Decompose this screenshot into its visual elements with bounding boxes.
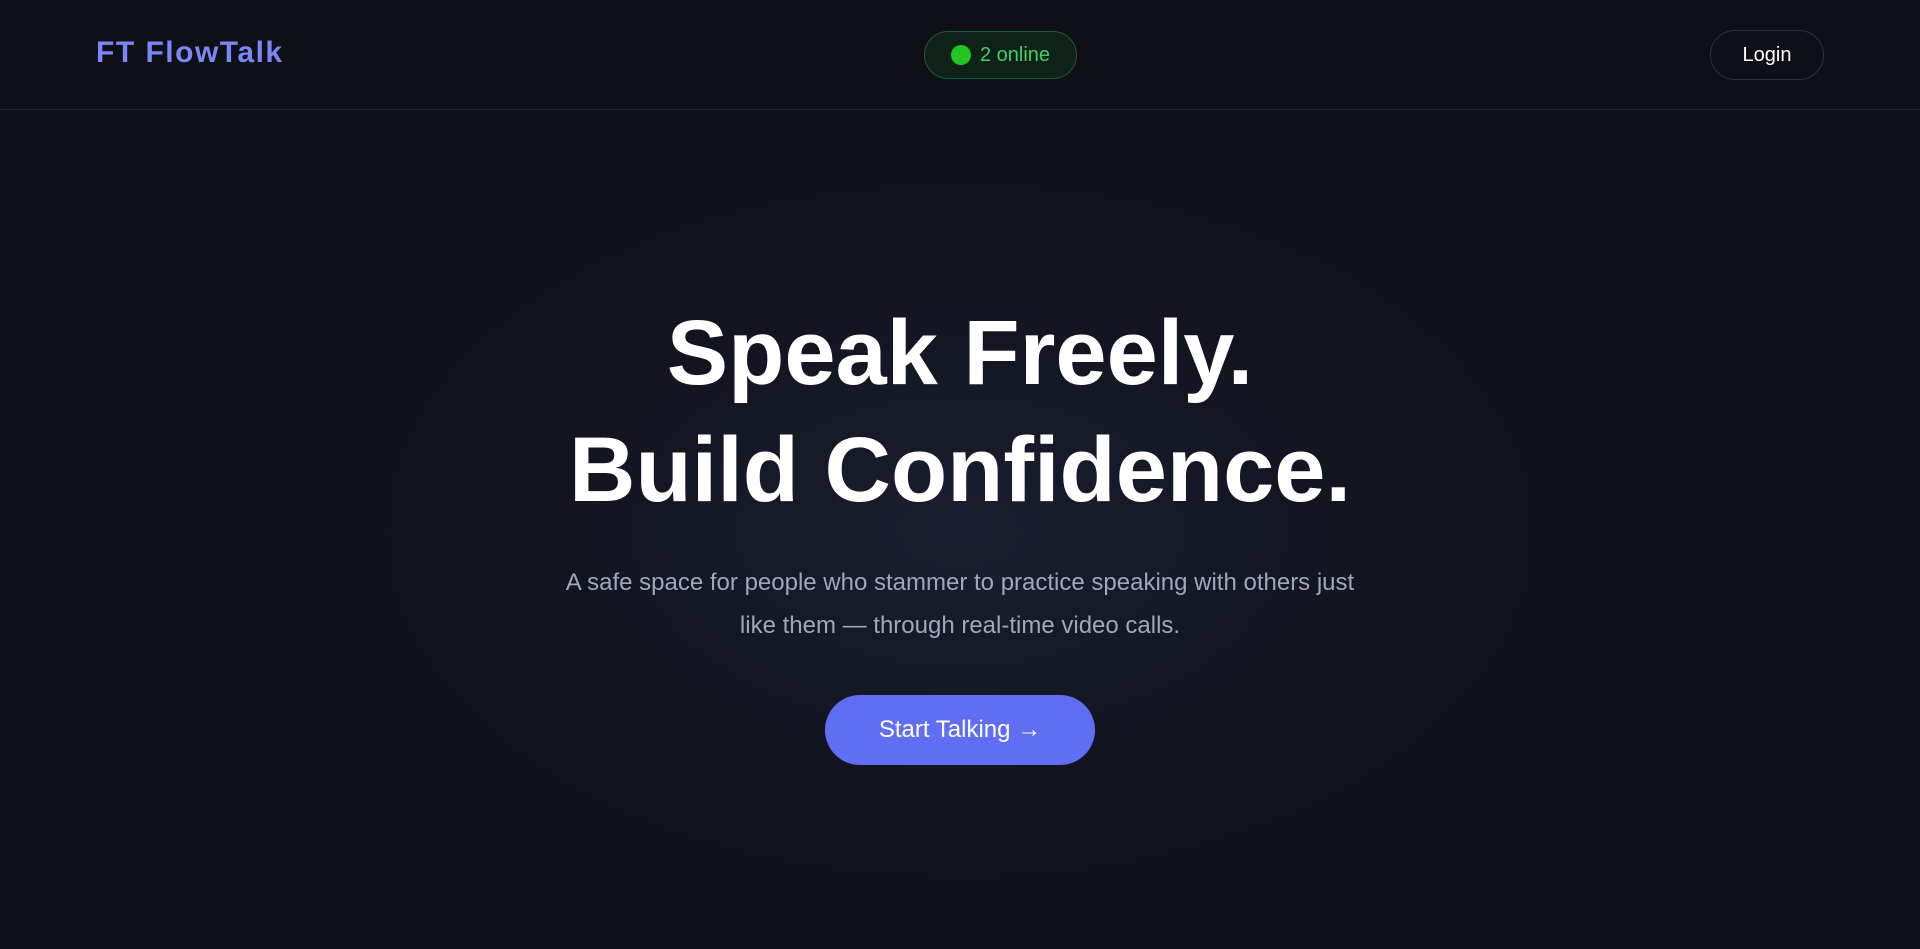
- login-button[interactable]: Login: [1710, 30, 1824, 80]
- online-dot-icon: [950, 45, 971, 65]
- start-talking-button[interactable]: Start Talking →: [825, 695, 1095, 765]
- hero-headline-line-2: Build Confidence.: [569, 419, 1351, 521]
- hero-section: Speak Freely. Build Confidence. A safe s…: [0, 111, 1920, 949]
- hero-headline-line-1: Speak Freely.: [666, 302, 1254, 404]
- online-status-badge: 2 online: [924, 31, 1077, 79]
- navbar: FT FlowTalk 2 online Login: [0, 0, 1920, 110]
- landing-page: FT FlowTalk 2 online Login Speak Freely.…: [0, 0, 1920, 949]
- hero-subtitle: A safe space for people who stammer to p…: [565, 569, 1355, 639]
- logo[interactable]: FT FlowTalk: [96, 36, 284, 70]
- online-count: 2 online: [979, 43, 1051, 66]
